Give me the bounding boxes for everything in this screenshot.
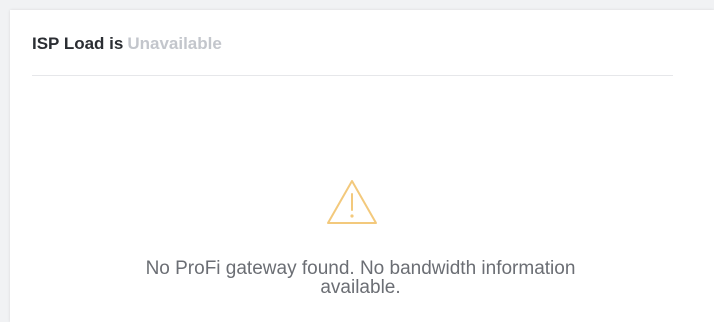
message-line-1: No ProFi gateway found. No bandwidth inf… [145,258,576,279]
title-prefix: ISP Load is [32,34,124,53]
isp-load-card: ISP Load is Unavailable No ProFi gateway … [10,10,714,322]
page: ISP Load is Unavailable No ProFi gateway … [0,0,714,322]
no-gateway-message: No ProFi gateway found. No bandwidth inf… [50,259,671,297]
header-divider [32,75,673,76]
warning-triangle-icon [327,180,377,224]
status-text: Unavailable [127,34,222,53]
message-line-2: available. [320,277,401,298]
card-title: ISP Load is Unavailable [32,34,222,54]
